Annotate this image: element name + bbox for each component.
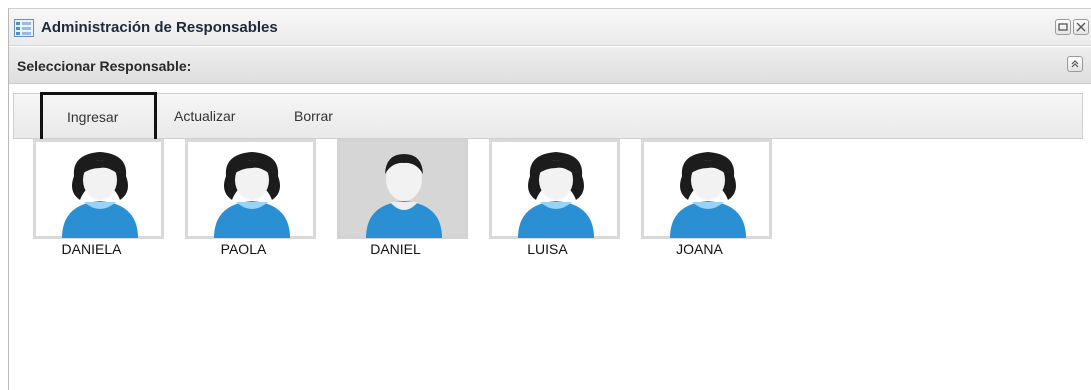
person-name[interactable]: PAOLA	[178, 241, 309, 257]
ingresar-button[interactable]: Ingresar	[40, 92, 157, 142]
panel-header: Seleccionar Responsable:	[9, 47, 1091, 84]
collapse-icon[interactable]	[1067, 56, 1083, 72]
person-card[interactable]	[33, 139, 164, 239]
actualizar-button[interactable]: Actualizar	[174, 108, 235, 124]
person-card[interactable]	[489, 139, 620, 239]
person-name[interactable]: JOANA	[634, 241, 765, 257]
window-app-icon	[14, 19, 34, 37]
person-card[interactable]	[337, 139, 468, 239]
window-title: Administración de Responsables	[41, 19, 278, 36]
toolbar: Ingresar Actualizar Borrar	[13, 92, 1083, 142]
person-card[interactable]	[641, 139, 772, 239]
restore-icon[interactable]	[1055, 19, 1071, 35]
borrar-button[interactable]: Borrar	[294, 108, 333, 124]
close-icon[interactable]	[1073, 19, 1089, 35]
person-name[interactable]: DANIEL	[330, 241, 461, 257]
panel-title: Seleccionar Responsable:	[17, 58, 192, 74]
person-name[interactable]: DANIELA	[26, 241, 157, 257]
person-card[interactable]	[185, 139, 316, 239]
person-name[interactable]: LUISA	[482, 241, 613, 257]
window-titlebar[interactable]: Administración de Responsables	[9, 9, 1091, 46]
